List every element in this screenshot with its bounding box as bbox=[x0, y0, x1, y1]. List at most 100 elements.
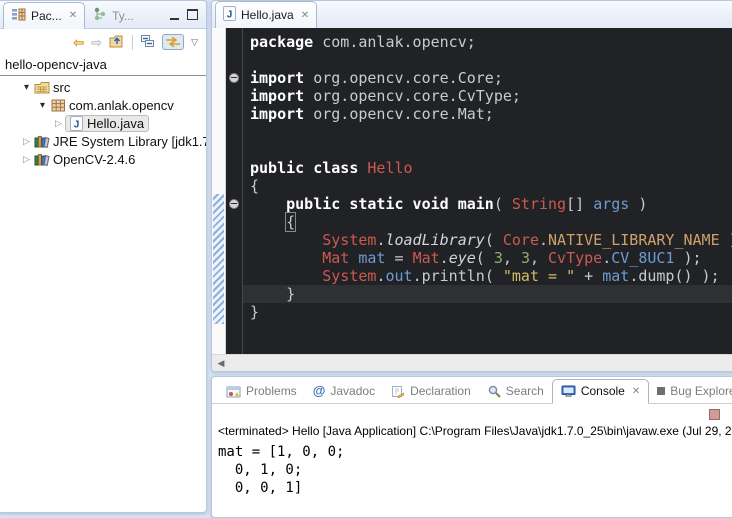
console-panel: Problems @ Javadoc Declaration Search Console… bbox=[211, 376, 732, 518]
tree-item-label: src bbox=[53, 80, 70, 95]
forward-button[interactable]: ⇨ bbox=[91, 36, 102, 49]
console-toolbar bbox=[212, 404, 732, 424]
tree-item-hello-java[interactable]: ▷JHello.java bbox=[0, 114, 206, 132]
tab-label: Javadoc bbox=[330, 384, 375, 398]
console-status-line: <terminated> Hello [Java Application] C:… bbox=[212, 424, 732, 440]
console-tabbar: Problems @ Javadoc Declaration Search Console… bbox=[212, 377, 732, 404]
tab-label: Bug Explorer bbox=[670, 384, 732, 398]
minimize-icon[interactable] bbox=[170, 10, 179, 20]
tree-item-label: JRE System Library [jdk1.7.0 bbox=[53, 134, 207, 149]
search-icon bbox=[487, 384, 501, 398]
tab-package-explorer-label: Pac... bbox=[31, 9, 62, 23]
package-explorer-icon bbox=[11, 7, 26, 24]
code-line-2[interactable] bbox=[250, 51, 732, 69]
code-line-8[interactable]: public class Hello bbox=[250, 159, 732, 177]
code-line-14[interactable]: System.out.println( "mat = " + mat.dump(… bbox=[250, 267, 732, 285]
folding-ruler[interactable] bbox=[226, 28, 242, 355]
code-line-11[interactable]: { bbox=[250, 213, 732, 231]
tab-type-hierarchy[interactable]: Ty... bbox=[85, 2, 142, 29]
tab-label: Search bbox=[506, 384, 544, 398]
method-range-indicator bbox=[213, 194, 224, 324]
java-file-icon: J bbox=[223, 6, 236, 24]
tab-hello-java-label: Hello.java bbox=[241, 8, 294, 22]
tab-hello-java[interactable]: J Hello.java ✕ bbox=[215, 1, 317, 29]
tab-declaration[interactable]: Declaration bbox=[383, 380, 479, 403]
javadoc-icon: @ bbox=[313, 383, 326, 398]
console-output-line: 0, 0, 1] bbox=[218, 479, 727, 497]
code-line-4[interactable]: import org.opencv.core.CvType; bbox=[250, 87, 732, 105]
type-hierarchy-icon bbox=[93, 7, 107, 24]
library-icon bbox=[33, 153, 51, 166]
tree-item-label: OpenCV-2.4.6 bbox=[53, 152, 135, 167]
collapsed-arrow-icon[interactable]: ▷ bbox=[20, 154, 33, 165]
package-explorer-panel: Pac... ✕ Ty... ⇦ ⇨ ▽ hello-opencv-java ▾… bbox=[0, 0, 207, 513]
console-icon bbox=[561, 385, 576, 398]
tab-javadoc[interactable]: @ Javadoc bbox=[305, 379, 383, 403]
console-output-line: 0, 1, 0; bbox=[218, 461, 727, 479]
code-line-9[interactable]: { bbox=[250, 177, 732, 195]
view-window-buttons bbox=[170, 9, 206, 28]
tab-label: Problems bbox=[246, 384, 297, 398]
toolbar-separator bbox=[132, 35, 133, 50]
expanded-arrow-icon[interactable]: ▾ bbox=[20, 82, 33, 93]
package-explorer-toolbar: ⇦ ⇨ ▽ bbox=[0, 29, 206, 55]
tree-item-opencv-2-4-6[interactable]: ▷ OpenCV-2.4.6 bbox=[0, 150, 206, 168]
tree-item-project[interactable]: hello-opencv-java bbox=[0, 55, 206, 76]
package-explorer-tree: ▾src▾com.anlak.opencv▷JHello.java▷JRE Sy… bbox=[0, 76, 206, 168]
back-button[interactable]: ⇦ bbox=[73, 36, 84, 49]
tab-label: Declaration bbox=[410, 384, 471, 398]
library-icon bbox=[33, 135, 51, 148]
tab-package-explorer[interactable]: Pac... ✕ bbox=[3, 2, 85, 29]
code-line-5[interactable]: import org.opencv.core.Mat; bbox=[250, 105, 732, 123]
collapsed-arrow-icon[interactable]: ▷ bbox=[52, 118, 65, 129]
code-editor[interactable]: package com.anlak.opencv; import org.ope… bbox=[242, 28, 732, 355]
problems-icon bbox=[226, 385, 241, 398]
tab-console[interactable]: Console ✕ bbox=[552, 379, 649, 404]
scroll-left-icon[interactable]: ◀ bbox=[212, 358, 230, 369]
code-line-12[interactable]: System.loadLibrary( Core.NATIVE_LIBRARY_… bbox=[250, 231, 732, 249]
tab-search[interactable]: Search bbox=[479, 380, 552, 403]
package-folder-icon bbox=[33, 81, 51, 94]
editor-tabbar: J Hello.java ✕ bbox=[212, 1, 732, 29]
tree-item-jre-system-library-jdk1-7-0[interactable]: ▷ JRE System Library [jdk1.7.0 bbox=[0, 132, 206, 150]
java-file-icon: J bbox=[67, 116, 85, 131]
collapsed-arrow-icon[interactable]: ▷ bbox=[20, 136, 33, 147]
package-icon bbox=[49, 99, 67, 112]
expanded-arrow-icon[interactable]: ▾ bbox=[36, 100, 49, 111]
svg-text:J: J bbox=[227, 10, 233, 21]
close-icon[interactable]: ✕ bbox=[301, 10, 309, 21]
up-folder-button[interactable] bbox=[109, 34, 125, 50]
package-explorer-tabbar: Pac... ✕ Ty... bbox=[0, 1, 206, 29]
tab-type-hierarchy-label: Ty... bbox=[112, 9, 134, 23]
terminate-button[interactable] bbox=[709, 409, 720, 420]
view-menu-icon[interactable]: ▽ bbox=[191, 36, 198, 49]
link-with-editor-button[interactable] bbox=[162, 34, 184, 50]
annotation-ruler[interactable] bbox=[212, 28, 226, 355]
console-output-line: mat = [1, 0, 0; bbox=[218, 443, 727, 461]
tab-bug-explorer[interactable]: Bug Explorer bbox=[649, 380, 732, 403]
collapse-all-button[interactable] bbox=[140, 34, 155, 50]
tab-label: Console bbox=[581, 384, 625, 398]
code-line-16[interactable]: } bbox=[250, 303, 732, 321]
tree-item-src[interactable]: ▾ src bbox=[0, 78, 206, 96]
tree-item-com-anlak-opencv[interactable]: ▾ com.anlak.opencv bbox=[0, 96, 206, 114]
maximize-icon[interactable] bbox=[187, 9, 198, 20]
code-line-6[interactable] bbox=[250, 123, 732, 141]
editor-panel: J Hello.java ✕ package com.anlak.opencv;… bbox=[211, 0, 732, 372]
close-icon[interactable]: ✕ bbox=[69, 10, 77, 21]
code-line-10[interactable]: public static void main( String[] args ) bbox=[250, 195, 732, 213]
svg-text:J: J bbox=[73, 119, 79, 130]
square-icon bbox=[657, 387, 665, 395]
fold-collapse-icon[interactable] bbox=[229, 73, 239, 83]
tree-item-label: com.anlak.opencv bbox=[69, 98, 174, 113]
console-output[interactable]: mat = [1, 0, 0; 0, 1, 0; 0, 0, 1] bbox=[212, 440, 732, 500]
code-line-7[interactable] bbox=[250, 141, 732, 159]
code-line-13[interactable]: Mat mat = Mat.eye( 3, 3, CvType.CV_8UC1 … bbox=[250, 249, 732, 267]
code-line-1[interactable]: package com.anlak.opencv; bbox=[250, 33, 732, 51]
code-line-15[interactable]: } bbox=[250, 285, 732, 303]
close-icon[interactable]: ✕ bbox=[632, 386, 640, 397]
code-line-3[interactable]: import org.opencv.core.Core; bbox=[250, 69, 732, 87]
fold-collapse-icon[interactable] bbox=[229, 199, 239, 209]
tab-problems[interactable]: Problems bbox=[218, 380, 305, 403]
editor-horizontal-scrollbar[interactable]: ◀ bbox=[212, 354, 732, 371]
